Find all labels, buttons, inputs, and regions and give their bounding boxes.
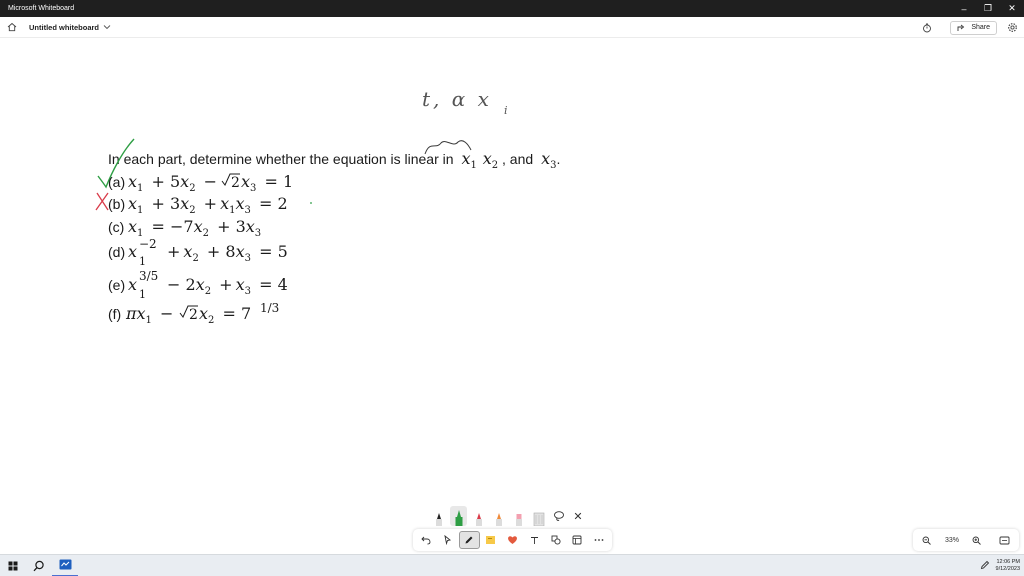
- reaction-heart-icon[interactable]: [502, 531, 523, 549]
- svg-text:x: x: [128, 242, 137, 261]
- svg-text:1/3: 1/3: [260, 301, 279, 315]
- cross-ink: [95, 192, 109, 211]
- board-title[interactable]: Untitled whiteboard: [29, 23, 99, 32]
- home-icon[interactable]: [1, 17, 23, 38]
- part-d-label: (d): [108, 244, 125, 260]
- share-label: Share: [971, 24, 990, 31]
- settings-gear-icon[interactable]: [1003, 17, 1021, 38]
- svg-text:x1 + 5x2 −: x1 + 5x2 −: [128, 172, 217, 195]
- windows-taskbar: 12:06 PM 9/12/2023: [0, 554, 1024, 576]
- svg-text:− 2x2 +x3: − 2x2 + x3 = 4: [167, 275, 288, 298]
- search-icon[interactable]: [26, 555, 52, 576]
- svg-text:x: x: [128, 275, 137, 294]
- svg-text:1: 1: [139, 288, 146, 301]
- template-icon[interactable]: [567, 531, 588, 549]
- svg-text:1: 1: [139, 255, 146, 268]
- whiteboard-app-icon[interactable]: [52, 555, 78, 576]
- whiteboard-canvas[interactable]: t, α x i In each part, determine whether…: [0, 38, 1024, 554]
- system-tray: 12:06 PM 9/12/2023: [980, 555, 1020, 576]
- equation-b: (b) x1 + 3x2 + x1x3 = 2: [108, 194, 312, 217]
- pen-menu-icon[interactable]: [980, 557, 990, 575]
- chevron-down-icon[interactable]: [103, 24, 111, 30]
- part-b-label: (b): [108, 196, 125, 212]
- orange-pen-icon[interactable]: [490, 506, 507, 526]
- handwritten-note: t, α x: [422, 87, 492, 111]
- svg-text:+x2 + 8x3: + x2 + 8x3 = 5: [167, 242, 288, 265]
- svg-text:2: 2: [189, 307, 198, 323]
- more-options-icon[interactable]: [588, 531, 609, 549]
- svg-text:πx1 −: πx1 −: [125, 304, 173, 327]
- svg-text:x2 = 7: x2 = 7: [199, 304, 251, 327]
- share-button[interactable]: Share: [950, 20, 997, 35]
- red-pen-icon[interactable]: [470, 506, 487, 526]
- problem-intro: In each part, determine whether the equa…: [108, 151, 454, 167]
- part-f-label: (f): [108, 306, 121, 322]
- pen-tray: ✕: [424, 506, 602, 526]
- equation-c: (c) x1 = −7x2 + 3x3: [108, 217, 261, 239]
- svg-text:−2: −2: [139, 237, 157, 251]
- part-c-label: (c): [108, 219, 124, 235]
- part-a-label: (a): [108, 174, 125, 190]
- share-icon: [957, 24, 965, 31]
- windows-start-icon[interactable]: [0, 555, 26, 576]
- fit-to-screen-icon[interactable]: [995, 531, 1015, 549]
- shapes-icon[interactable]: [545, 531, 566, 549]
- restore-button[interactable]: ❐: [976, 0, 1000, 17]
- text-tool-icon[interactable]: [524, 531, 545, 549]
- part-e-label: (e): [108, 277, 125, 293]
- problem-intro-and: , and: [502, 151, 533, 167]
- zoom-out-icon[interactable]: [917, 531, 937, 549]
- timer-icon[interactable]: [918, 17, 936, 38]
- minimize-button[interactable]: –: [952, 0, 976, 17]
- whiteboard-app: Microsoft Whiteboard – ❐ ✕ Untitled whit…: [0, 0, 1024, 576]
- green-pen-icon[interactable]: [450, 506, 467, 526]
- clock-date: 9/12/2023: [995, 566, 1020, 572]
- clock-time: 12:06 PM: [996, 559, 1020, 565]
- svg-text:x1 + 3x2 +: x1 + 3x2 + x1x3 = 2: [128, 194, 288, 217]
- title-bar: Microsoft Whiteboard – ❐ ✕: [0, 0, 1024, 17]
- equation-f: (f) πx1 − 2 x2 = 7 1/3: [108, 301, 279, 327]
- equation-a: (a) x1 + 5x2 − 2 x3 = 1: [108, 172, 293, 195]
- close-icon[interactable]: ✕: [570, 506, 586, 526]
- ruler-icon[interactable]: [530, 506, 547, 526]
- ink-layer: t, α x i In each part, determine whether…: [95, 87, 560, 327]
- clock[interactable]: 12:06 PM 9/12/2023: [996, 559, 1020, 573]
- svg-text:x3 = 1: x3 = 1: [241, 172, 293, 195]
- highlighter-icon[interactable]: [510, 506, 527, 526]
- pen-tool-icon[interactable]: [459, 531, 480, 549]
- equation-e: (e) x 3/5 1 − 2x2 + x3 = 4: [108, 269, 288, 301]
- svg-text:2: 2: [231, 175, 240, 191]
- app-header: Untitled whiteboard Share: [0, 17, 1024, 38]
- header-actions: Share: [918, 17, 1024, 38]
- close-button[interactable]: ✕: [1000, 0, 1024, 17]
- select-cursor-icon[interactable]: [438, 531, 459, 549]
- zoom-level[interactable]: 33%: [945, 537, 959, 544]
- equation-d: (d) x −2 1 + x2 + 8x3 = 5: [108, 237, 288, 268]
- sticky-note-icon[interactable]: [481, 531, 502, 549]
- window-title: Microsoft Whiteboard: [8, 5, 75, 12]
- svg-text:In each part, determine whethe: In each part, determine whether the equa…: [108, 149, 560, 171]
- black-pen-icon[interactable]: [430, 506, 447, 526]
- lasso-icon[interactable]: [550, 506, 567, 526]
- bottom-toolbar: [413, 529, 612, 551]
- handwritten-subscript: i: [504, 104, 508, 117]
- zoom-controls: 33%: [913, 529, 1019, 551]
- undo-icon[interactable]: [416, 531, 437, 549]
- zoom-in-icon[interactable]: [967, 531, 987, 549]
- svg-text:3/5: 3/5: [139, 269, 158, 283]
